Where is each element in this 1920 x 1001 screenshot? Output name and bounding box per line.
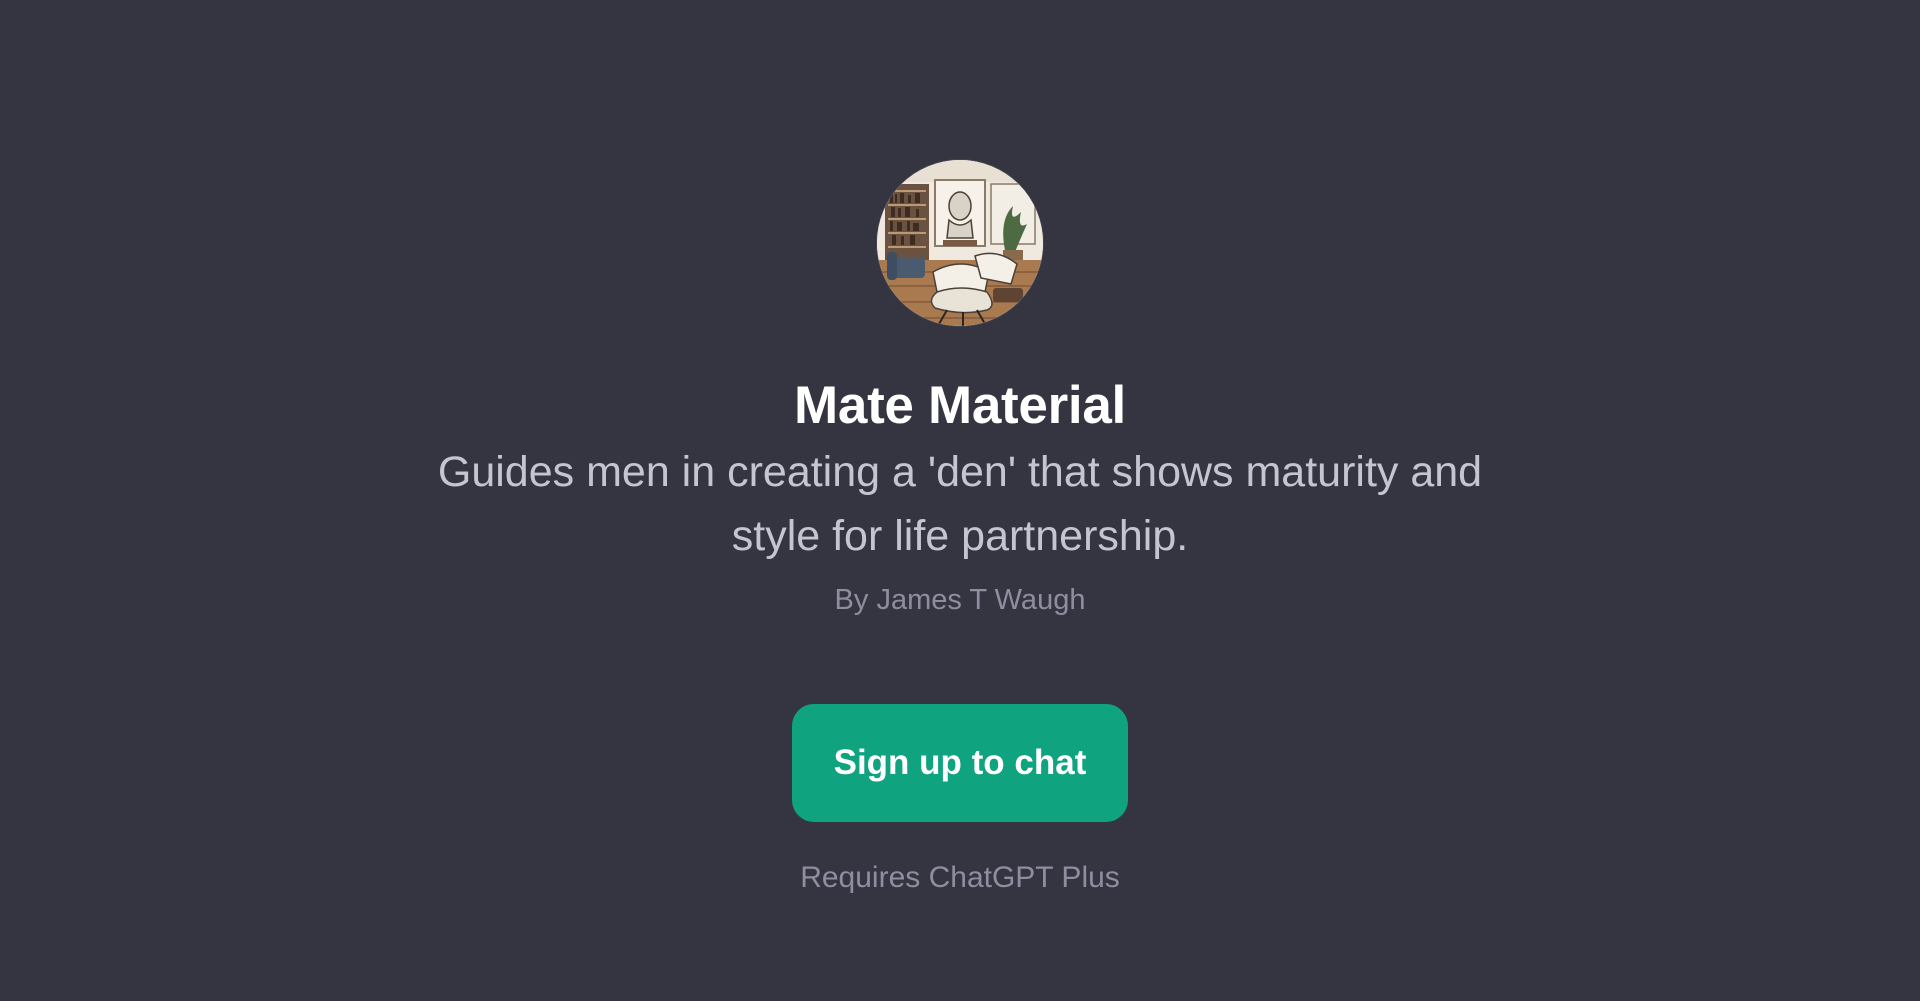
gpt-description: Guides men in creating a 'den' that show… xyxy=(437,448,1483,560)
den-illustration-image xyxy=(877,160,1043,326)
gpt-title: Mate Material xyxy=(794,376,1126,435)
gpt-landing-page: Mate Material Guides men in creating a '… xyxy=(0,0,1920,1001)
gpt-author: By James T Waugh xyxy=(834,584,1086,616)
gpt-avatar xyxy=(877,160,1043,326)
plan-requirement-note: Requires ChatGPT Plus xyxy=(800,861,1120,894)
sign-up-to-chat-button[interactable]: Sign up to chat xyxy=(792,704,1128,822)
